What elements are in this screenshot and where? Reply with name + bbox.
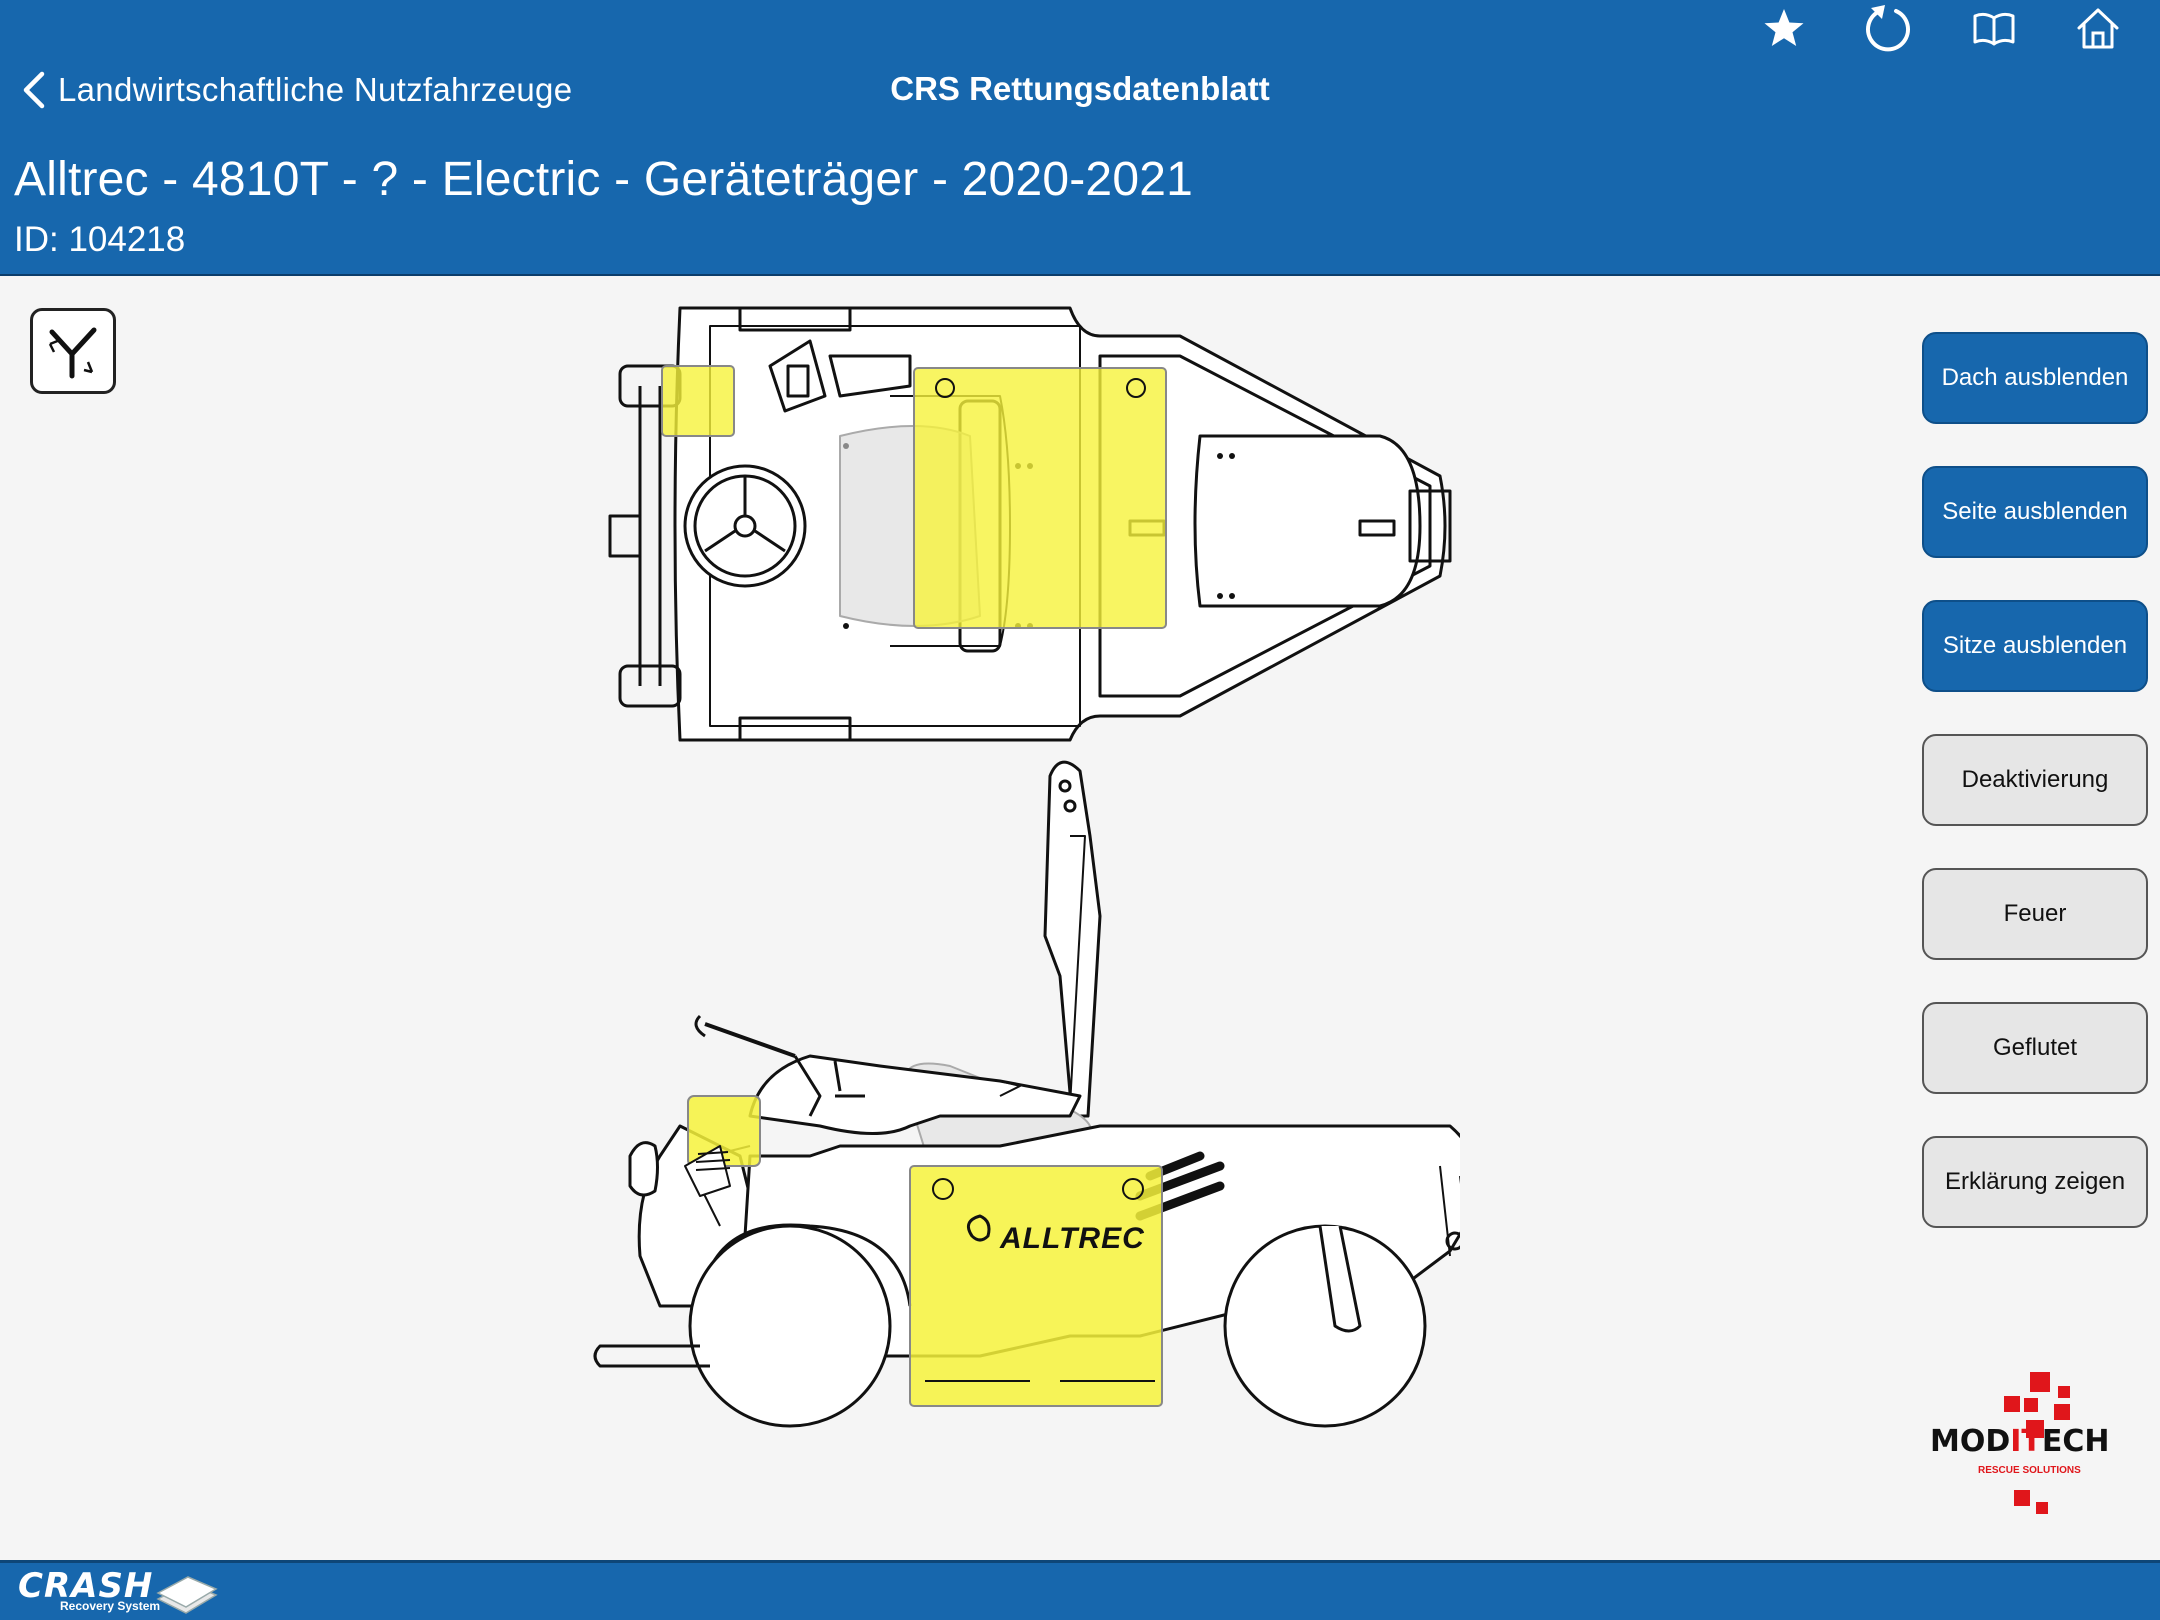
svg-text:MODITECH: MODITECH bbox=[1930, 1424, 2110, 1459]
hide-roof-button[interactable]: Dach ausblenden bbox=[1922, 332, 2148, 424]
back-button-label: Landwirtschaftliche Nutzfahrzeuge bbox=[58, 71, 573, 108]
svg-text:RESCUE SOLUTIONS: RESCUE SOLUTIONS bbox=[1978, 1465, 2081, 1476]
hide-seats-button[interactable]: Sitze ausblenden bbox=[1922, 600, 2148, 692]
deactivation-button[interactable]: Deaktivierung bbox=[1922, 734, 2148, 826]
battery-highlight-top bbox=[913, 367, 1167, 629]
star-icon bbox=[1764, 9, 1804, 46]
back-button[interactable]: Landwirtschaftliche Nutzfahrzeuge bbox=[20, 68, 572, 112]
top-view bbox=[608, 306, 1452, 742]
rescue-tool-button[interactable] bbox=[30, 308, 116, 394]
top-navbar: Landwirtschaftliche Nutzfahrzeuge CRS Re… bbox=[0, 0, 2160, 141]
brand-text: ALLTREC bbox=[999, 1222, 1145, 1255]
crash-logo-word: CRASH bbox=[18, 1566, 154, 1606]
vehicle-diagram: ALLTREC bbox=[593, 306, 1460, 1428]
fire-button[interactable]: Feuer bbox=[1922, 868, 2148, 960]
show-explanation-button[interactable]: Erklärung zeigen bbox=[1922, 1136, 2148, 1228]
vehicle-header: Alltrec - 4810T - ? - Electric - Gerätet… bbox=[0, 140, 2160, 276]
manual-button[interactable] bbox=[1966, 0, 2022, 56]
home-button[interactable] bbox=[2070, 0, 2126, 56]
control-unit-highlight-side bbox=[687, 1095, 761, 1167]
vehicle-id: ID: 104218 bbox=[14, 220, 186, 259]
flooded-button[interactable]: Geflutet bbox=[1922, 1002, 2148, 1094]
refresh-button[interactable] bbox=[1860, 0, 1916, 56]
book-icon bbox=[1973, 12, 2015, 46]
car-stack-icon bbox=[156, 1576, 218, 1614]
battery-highlight-side bbox=[909, 1165, 1163, 1407]
chevron-left-icon bbox=[23, 71, 45, 109]
rescue-tool-icon bbox=[48, 327, 97, 379]
hide-side-button[interactable]: Seite ausblenden bbox=[1922, 466, 2148, 558]
refresh-icon bbox=[1866, 5, 1910, 52]
moditech-logo: MODITECH RESCUE SOLUTIONS bbox=[1930, 1372, 2110, 1514]
crash-recovery-logo: CRASH Recovery System bbox=[18, 1569, 160, 1613]
crash-logo-subtitle: Recovery System bbox=[60, 1599, 161, 1613]
bottom-bar: CRASH Recovery System bbox=[0, 1560, 2160, 1620]
main-content: ALLTREC Dach ausblenden Seite ausblenden… bbox=[0, 276, 2160, 1560]
home-icon bbox=[2077, 8, 2119, 49]
control-unit-highlight-top bbox=[661, 365, 735, 437]
favorite-button[interactable] bbox=[1756, 0, 1812, 56]
vehicle-title: Alltrec - 4810T - ? - Electric - Gerätet… bbox=[14, 153, 1194, 206]
side-view: ALLTREC bbox=[593, 760, 1460, 1428]
